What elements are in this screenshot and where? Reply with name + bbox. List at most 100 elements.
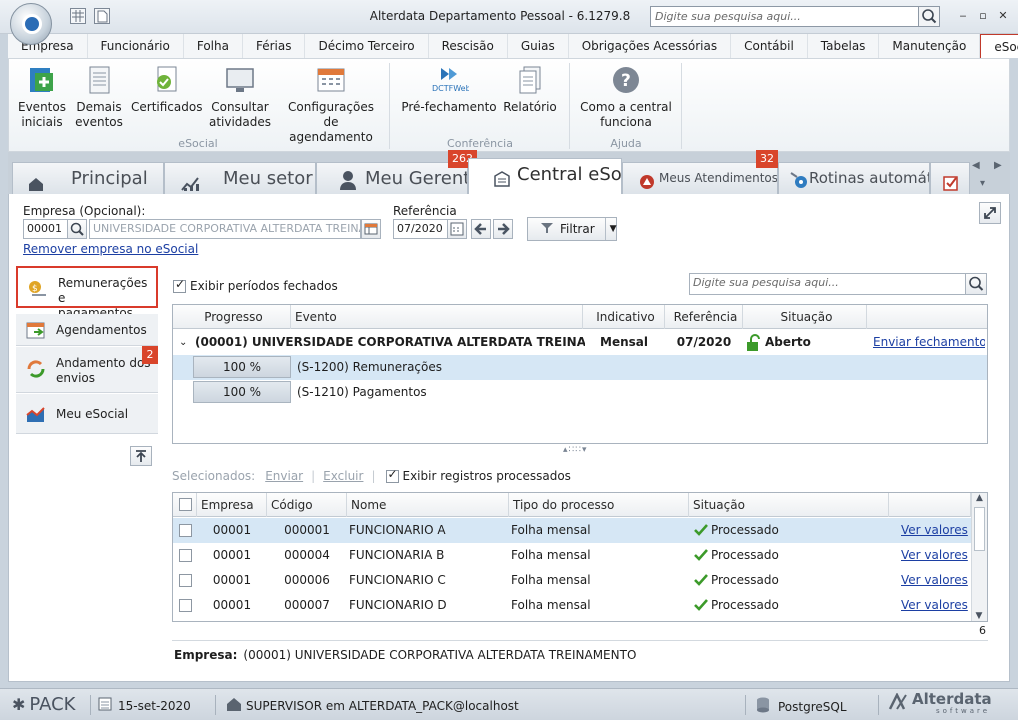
top-search-input[interactable]: Digite sua pesquisa aqui... xyxy=(650,6,920,27)
app-menu-button[interactable] xyxy=(10,3,52,45)
tab-meus-atendimentos[interactable]: Meus Atendimentos xyxy=(622,162,778,194)
column-header[interactable]: Indicativo xyxy=(583,305,665,329)
menu-tab-obrigacoes[interactable]: Obrigações Acessórias xyxy=(569,34,732,58)
period-group-row[interactable]: ⌄ (00001) UNIVERSIDADE CORPORATIVA ALTER… xyxy=(173,330,987,355)
menu-tab-ferias[interactable]: Férias xyxy=(243,34,306,58)
consultar-atividades-button[interactable]: Consultar atividades xyxy=(207,65,273,130)
scroll-down-icon[interactable]: ▼ xyxy=(972,611,986,621)
table-row[interactable]: 00001 000004 FUNCIONARIA B Folha mensal Proc… xyxy=(173,543,971,568)
ver-valores-link[interactable]: Ver valores xyxy=(901,518,971,543)
exibir-registros-checkbox[interactable] xyxy=(385,469,399,483)
row-checkbox[interactable] xyxy=(179,568,197,593)
column-header[interactable]: Referência xyxy=(665,305,743,329)
search-icon[interactable] xyxy=(918,6,940,27)
menu-tab-contabil[interactable]: Contábil xyxy=(731,34,808,58)
enviar-fechamento-link[interactable]: Enviar fechamento xyxy=(873,330,985,355)
row-checkbox[interactable] xyxy=(179,518,197,543)
status-user: SUPERVISOR em ALTERDATA_PACK@localhost xyxy=(226,697,519,714)
next-period-icon[interactable] xyxy=(493,219,513,239)
menu-tab-rescisao[interactable]: Rescisão xyxy=(429,34,508,58)
table-row[interactable]: 00001 000007 FUNCIONARIO D Folha mensal Proc… xyxy=(173,593,971,618)
ver-valores-link[interactable]: Ver valores xyxy=(901,593,971,618)
svg-text:?: ? xyxy=(621,71,631,91)
empresa-code-field[interactable]: 00001 xyxy=(23,219,69,239)
spreadsheet-icon[interactable] xyxy=(70,8,86,24)
collapse-icon[interactable]: ⌄ xyxy=(179,330,187,355)
ver-valores-link[interactable]: Ver valores xyxy=(901,543,971,568)
row-checkbox[interactable] xyxy=(179,543,197,568)
enviar-button[interactable]: Enviar xyxy=(265,469,303,483)
unlock-icon xyxy=(745,330,763,355)
expand-icon[interactable] xyxy=(979,202,1001,224)
tab-list-icon[interactable]: ▾ xyxy=(980,178,985,189)
checkbox[interactable] xyxy=(173,279,186,293)
sidenav-item-meu-esocial[interactable]: Meu eSocial xyxy=(16,394,158,434)
referencia-field[interactable]: 07/2020 xyxy=(393,219,449,239)
pre-fechamento-button[interactable]: DCTFWeb Pré-fechamento xyxy=(399,65,499,115)
table-row[interactable]: 00001 000001 FUNCIONARIO A Folha mensal Proc… xyxy=(173,518,971,543)
column-header[interactable]: Situação xyxy=(689,493,889,517)
scroll-up-icon[interactable]: ▲ xyxy=(972,493,987,503)
ribbon-group-label: Conferência xyxy=(447,137,513,150)
filtrar-button[interactable]: Filtrar ▼ xyxy=(527,217,617,241)
close-button[interactable]: ✕ xyxy=(996,9,1010,23)
sidenav-item-remuneracoes[interactable]: $ Remunerações e pagamentos xyxy=(16,266,158,320)
chart-icon xyxy=(26,405,46,423)
scroll-top-icon[interactable] xyxy=(130,446,152,466)
configuracoes-agendamento-button[interactable]: Configurações de agendamento xyxy=(281,65,381,145)
minimize-button[interactable]: ‒ xyxy=(956,9,970,23)
menu-tab-esocial[interactable]: eSocial xyxy=(980,34,1018,58)
tab-tarefas[interactable] xyxy=(930,162,970,194)
menu-tab-manutencao[interactable]: Manutenção xyxy=(879,34,981,58)
periods-search-input[interactable]: Digite sua pesquisa aqui... xyxy=(689,273,967,295)
column-header[interactable]: Situação xyxy=(743,305,867,329)
column-header[interactable]: Empresa xyxy=(197,493,267,517)
tab-meu-gerente[interactable]: Meu Gerente xyxy=(316,162,468,194)
relatorio-button[interactable]: Relatório xyxy=(503,65,557,115)
eventos-iniciais-button[interactable]: Eventos iniciais xyxy=(15,65,69,130)
tab-central-esocial[interactable]: Central eSocial xyxy=(468,158,622,194)
calendar-icon[interactable] xyxy=(447,219,467,239)
records-scrollbar[interactable]: ▲ ▼ xyxy=(971,493,987,621)
column-header[interactable]: Tipo do processo xyxy=(509,493,689,517)
scroll-thumb[interactable] xyxy=(974,507,985,551)
empresa-table-icon[interactable] xyxy=(361,219,381,239)
tab-scroll-right-icon[interactable]: ▶ xyxy=(994,160,1002,171)
tab-meu-setor[interactable]: Meu setor xyxy=(164,162,316,194)
periods-search-icon[interactable] xyxy=(965,273,987,295)
ver-valores-link[interactable]: Ver valores xyxy=(901,568,971,593)
column-header[interactable]: Nome xyxy=(347,493,509,517)
exibir-periodos-checkbox[interactable]: Exibir períodos fechados xyxy=(173,279,338,293)
menu-tab-tabelas[interactable]: Tabelas xyxy=(808,34,880,58)
check-icon xyxy=(693,568,709,593)
empresa-name-field[interactable]: UNIVERSIDADE CORPORATIVA ALTERDATA TREIN… xyxy=(89,219,361,239)
menu-tab-folha[interactable]: Folha xyxy=(184,34,243,58)
demais-eventos-button[interactable]: Demais eventos xyxy=(73,65,125,130)
table-row[interactable]: 00001 000006 FUNCIONARIO C Folha mensal Proc… xyxy=(173,568,971,593)
previous-period-icon[interactable] xyxy=(471,219,491,239)
tab-scroll-left-icon[interactable]: ◀ xyxy=(972,160,980,171)
excluir-button[interactable]: Excluir xyxy=(323,469,363,483)
menu-tab-funcionario[interactable]: Funcionário xyxy=(88,34,184,58)
filter-dropdown-icon[interactable]: ▼ xyxy=(604,218,617,240)
column-header[interactable]: Evento xyxy=(291,305,583,329)
sidenav-item-agendamentos[interactable]: Agendamentos xyxy=(16,314,158,346)
remove-empresa-link[interactable]: Remover empresa no eSocial xyxy=(23,242,198,256)
select-all-checkbox[interactable] xyxy=(173,493,197,517)
row-checkbox[interactable] xyxy=(179,593,197,618)
menu-tab-guias[interactable]: Guias xyxy=(508,34,569,58)
sidenav-item-andamento[interactable]: Andamento dos envios xyxy=(16,347,158,393)
period-event-row[interactable]: 100 % (S-1200) Remunerações xyxy=(173,355,987,380)
document-icon[interactable] xyxy=(94,8,110,24)
menu-tab-decimo-terceiro[interactable]: Décimo Terceiro xyxy=(305,34,429,58)
splitter-handle[interactable]: ▴∷∷▾ xyxy=(563,445,588,455)
certificados-button[interactable]: Certificados xyxy=(131,65,202,115)
como-central-funciona-button[interactable]: ? Como a central funciona xyxy=(575,65,677,130)
tab-rotinas-automaticas[interactable]: Rotinas automáticas xyxy=(778,162,930,194)
period-event-row[interactable]: 100 % (S-1210) Pagamentos xyxy=(173,380,987,405)
column-header[interactable]: Código xyxy=(267,493,347,517)
maximize-button[interactable]: ▫ xyxy=(976,9,990,23)
empresa-search-icon[interactable] xyxy=(67,219,87,239)
column-header[interactable]: Progresso xyxy=(173,305,291,329)
tab-principal[interactable]: Principal xyxy=(12,162,164,194)
